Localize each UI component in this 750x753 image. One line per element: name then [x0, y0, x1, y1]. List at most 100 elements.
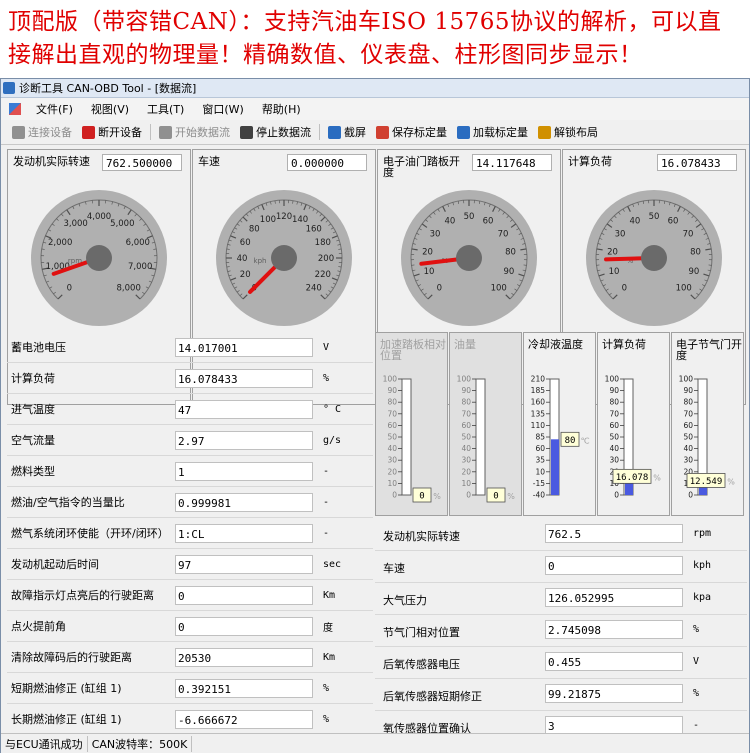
dial-tick-label: 90: [689, 267, 700, 277]
bar-tick-label: 20: [387, 467, 397, 476]
data-row: 燃气系统闭环使能（开环/闭环） 1:CL -: [7, 518, 373, 549]
row-value-field[interactable]: 0.455: [545, 652, 683, 671]
row-value-field[interactable]: 2.97: [175, 430, 313, 450]
dial-tick-label: 7,000: [128, 262, 152, 272]
row-value-field[interactable]: 0: [175, 616, 313, 636]
row-value-field[interactable]: 126.052995: [545, 588, 683, 607]
toolbar-button-6[interactable]: 加载标定量: [452, 124, 533, 140]
dial-tick-label: 20: [607, 247, 618, 257]
menu-help[interactable]: 帮助(H): [253, 101, 310, 117]
toolbar-button-7[interactable]: 解锁布局: [533, 124, 603, 140]
dial-tick-label: 20: [422, 247, 433, 257]
bar-panel-0: 加速踏板相对位置 100 90 80 70 60 50 40 30 20 10 0 0%: [375, 332, 448, 516]
gauge-value-field[interactable]: 762.500000: [102, 154, 182, 171]
row-unit: -: [323, 527, 330, 539]
row-value-field[interactable]: 0: [175, 585, 313, 605]
status-connection: 与ECU通讯成功: [1, 735, 88, 752]
menu-window[interactable]: 窗口(W): [193, 101, 252, 117]
bar-tick-label: 185: [531, 386, 546, 395]
bar-panel-3: 计算负荷100908070605040302010016.078%: [597, 332, 670, 516]
bar-label: 加速踏板相对位置: [380, 338, 446, 362]
bar-tick-label: 80: [461, 398, 471, 407]
dial-tick-label: 30: [615, 229, 626, 239]
row-value-field[interactable]: 1: [175, 461, 313, 481]
window-title: 诊断工具 CAN-OBD Tool - [数据流]: [19, 82, 197, 95]
dial-tick-label: 30: [430, 229, 441, 239]
row-value-field[interactable]: 14.017001: [175, 337, 313, 357]
dial-tick-label: 200: [318, 254, 334, 264]
bar-label: 电子节气门开度: [676, 338, 742, 362]
dial-tick-label: 160: [306, 224, 322, 234]
bar-tick-label: 30: [387, 456, 397, 465]
gauge-value-field[interactable]: 16.078433: [657, 154, 737, 171]
gauge-label: 电子油门踏板开度: [383, 155, 460, 179]
menu-file[interactable]: 文件(F): [27, 101, 82, 117]
bar-tick-label: 60: [535, 444, 545, 453]
gauge-value-field[interactable]: 14.117648: [472, 154, 552, 171]
menu-view[interactable]: 视图(V): [82, 101, 138, 117]
row-unit: V: [693, 656, 700, 667]
banner-line-1: 顶配版（带容错CAN）：支持汽油车ISO 15765协议的解析，可以直: [8, 9, 722, 35]
disconnect-icon: [82, 125, 95, 139]
dial-tick-label: 20: [240, 270, 251, 280]
bar-tick-label: 10: [387, 479, 397, 488]
dial-tick-label: 60: [483, 217, 494, 227]
bar-tick-label: 60: [461, 421, 471, 430]
bar-tick-label: 70: [461, 409, 471, 418]
dial-tick-label: 0: [622, 284, 627, 294]
dial-tick-label: 4,000: [87, 212, 111, 222]
row-value-field[interactable]: 2.745098: [545, 620, 683, 639]
bar-tick-label: 110: [531, 421, 546, 430]
bar-gauge: 1009080706050403020100 0%: [457, 375, 515, 503]
row-label: 大气压力: [383, 594, 427, 607]
row-value-field[interactable]: 1:CL: [175, 523, 313, 543]
menu-tools[interactable]: 工具(T): [138, 101, 193, 117]
toolbar-button-label: 截屏: [344, 126, 366, 139]
bar-unit: %: [433, 492, 441, 501]
bar-tick-label: 0: [392, 491, 397, 500]
dial-tick-label: 220: [315, 270, 331, 280]
app-icon: [3, 82, 15, 94]
dial-tick-label: 40: [630, 217, 641, 227]
toolbar-button-5[interactable]: 保存标定量: [371, 124, 452, 140]
row-value-field[interactable]: 0.392151: [175, 678, 313, 698]
row-label: 故障指示灯点亮后的行驶距离: [11, 588, 154, 602]
toolbar-button-2[interactable]: 开始数据流: [154, 124, 235, 140]
row-unit: rpm: [693, 528, 712, 539]
toolbar-button-1[interactable]: 断开设备: [77, 124, 147, 140]
bar-tick-label: 100: [383, 375, 398, 384]
bar-tick-label: 20: [461, 467, 471, 476]
dial-gauge: 0102030405060708090100%: [401, 190, 537, 326]
data-row: 燃油/空气指令的当量比 0.999981-: [7, 487, 373, 518]
row-unit: %: [323, 713, 330, 725]
toolbar-button-3[interactable]: 停止数据流: [235, 124, 316, 140]
data-row: 大气压力 126.052995 kpa: [375, 583, 747, 615]
row-value-field[interactable]: 16.078433: [175, 368, 313, 388]
title-bar: 诊断工具 CAN-OBD Tool - [数据流]: [1, 79, 749, 98]
row-value-field[interactable]: 99.21875: [545, 684, 683, 703]
row-value-field[interactable]: 762.5: [545, 524, 683, 543]
row-value-field[interactable]: 97: [175, 554, 313, 574]
row-unit: %: [693, 688, 700, 699]
bar-fill: [551, 439, 559, 495]
bar-tick-label: 85: [535, 433, 545, 442]
row-value-field[interactable]: 0.999981: [175, 492, 313, 512]
gauge-value-field[interactable]: 0.000000: [287, 154, 367, 171]
row-value-field[interactable]: -6.666672: [175, 709, 313, 729]
save-icon: [376, 125, 389, 139]
row-value-field[interactable]: 47: [175, 399, 313, 419]
toolbar-button-4[interactable]: 截屏: [323, 124, 371, 140]
bar-tick-label: 35: [535, 456, 545, 465]
bar-tick-label: 10: [535, 467, 545, 476]
bar-tick-label: 30: [683, 456, 693, 465]
row-value-field[interactable]: 20530: [175, 647, 313, 667]
bar-panel-2: 冷却液温度 210 185 160 135 110 85 60 35 10 -15 -40 80 ℃: [523, 332, 596, 516]
bar-gauge: 100908070605040302010012.549%: [679, 375, 736, 500]
row-label: 点火提前角: [11, 619, 66, 633]
dial-tick-label: 0: [437, 284, 442, 294]
dial-tick-label: 2,000: [48, 238, 72, 248]
data-row: 车速 0 kph: [375, 551, 747, 583]
row-value-field[interactable]: 0: [545, 556, 683, 575]
bar-track: [475, 378, 486, 496]
toolbar-button-0[interactable]: 连接设备: [7, 124, 77, 140]
